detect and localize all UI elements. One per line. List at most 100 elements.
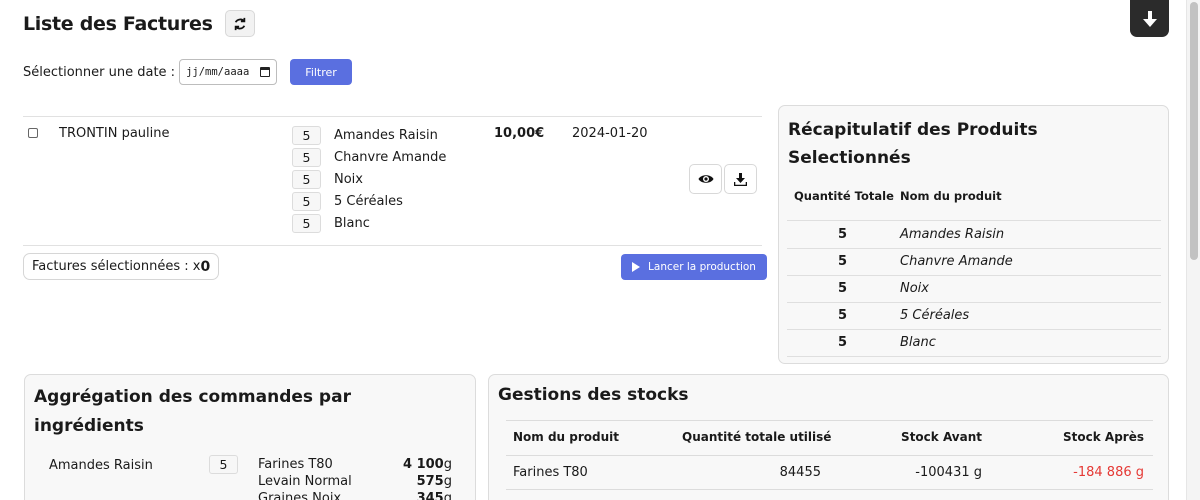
- product-name: Chanvre Amande: [334, 149, 447, 165]
- stock-after: -184 886 g: [1073, 465, 1144, 480]
- summary-qty: 5: [838, 308, 848, 323]
- invoice-product: 5 5 Céréales: [292, 190, 446, 212]
- date-filter: Sélectionner une date : jj/mm/aaaa Filtr…: [23, 59, 353, 85]
- invoice-client: TRONTIN pauline: [59, 126, 170, 141]
- invoice-row: TRONTIN pauline 5 Amandes Raisin 5 Chanv…: [23, 124, 762, 239]
- aggregation-title: Aggrégation des commandes par ingrédient…: [34, 383, 351, 441]
- scrollbar-thumb[interactable]: [1190, 2, 1198, 260]
- stock-col-product: Nom du produit: [513, 430, 620, 444]
- product-qty: 5: [292, 213, 321, 233]
- selected-products-summary: Récapitulatif des Produits Selectionnés …: [778, 105, 1169, 364]
- ingredient-amount-value: 575: [416, 474, 444, 489]
- stock-col-used: Quantité totale utilisé: [682, 430, 832, 444]
- selected-count-badge: Factures sélectionnées : x0: [23, 253, 220, 280]
- ingredients-aggregation: Aggrégation des commandes par ingrédient…: [24, 374, 476, 500]
- summary-row: 5 Amandes Raisin: [787, 221, 1161, 248]
- divider: [23, 116, 762, 117]
- launch-production-button[interactable]: Lancer la production: [621, 254, 767, 280]
- filter-button[interactable]: Filtrer: [290, 59, 353, 85]
- summary-title-line1: Récapitulatif des Produits: [788, 120, 1038, 140]
- invoice-product: 5 Chanvre Amande: [292, 146, 446, 168]
- summary-title-line2: Selectionnés: [788, 148, 911, 168]
- invoice-product: 5 Amandes Raisin: [292, 124, 446, 146]
- ingredient-amount-value: 4 100: [403, 457, 444, 472]
- ingredient-amount: 4 100g: [403, 457, 452, 474]
- product-name: Blanc: [334, 215, 370, 231]
- page-title: Liste des Factures: [23, 12, 213, 35]
- aggregation-product: Amandes Raisin: [49, 458, 153, 473]
- download-invoice-button[interactable]: [724, 164, 757, 194]
- summary-col-qty: Quantité Totale: [794, 189, 894, 203]
- product-name: Noix: [334, 171, 363, 187]
- calendar-icon[interactable]: [260, 67, 271, 77]
- aggregation-qty: 5: [209, 455, 238, 474]
- product-name: 5 Céréales: [334, 193, 403, 209]
- stock-used-quantity: 84455: [779, 465, 821, 480]
- invoice-total: 10,00€: [494, 126, 545, 141]
- divider: [506, 489, 1153, 490]
- summary-row: 5 5 Céréales: [787, 302, 1161, 329]
- stock-col-after: Stock Après: [1063, 430, 1144, 444]
- refresh-button[interactable]: [224, 10, 255, 37]
- ingredient-list: Farines T80 4 100g Levain Normal 575g Gr…: [258, 457, 452, 500]
- summary-qty: 5: [838, 281, 848, 296]
- summary-qty: 5: [838, 335, 848, 350]
- aggregation-title-line2: ingrédients: [34, 416, 144, 436]
- product-qty: 5: [292, 147, 321, 167]
- summary-row: 5 Noix: [787, 275, 1161, 302]
- ingredient-name: Levain Normal: [258, 474, 352, 489]
- page-scrollbar[interactable]: [1186, 0, 1200, 500]
- summary-title: Récapitulatif des Produits Selectionnés: [788, 116, 1038, 172]
- refresh-icon: [234, 17, 245, 30]
- ingredient-amount: 345g: [417, 491, 452, 500]
- launch-production-label: Lancer la production: [648, 261, 756, 273]
- stock-title: Gestions des stocks: [498, 385, 689, 405]
- summary-name: 5 Céréales: [900, 308, 970, 323]
- summary-qty: 5: [838, 254, 848, 269]
- play-icon: [632, 262, 641, 272]
- ingredient-item: Farines T80 4 100g: [258, 457, 452, 474]
- divider: [506, 455, 1153, 456]
- selected-count-value: 0: [200, 258, 211, 275]
- eye-icon: [698, 175, 713, 183]
- invoice-checkbox[interactable]: [28, 128, 38, 138]
- ingredient-name: Graines Noix: [258, 491, 342, 500]
- divider: [23, 245, 762, 246]
- summary-row: 5 Chanvre Amande: [787, 248, 1161, 275]
- divider: [787, 356, 1161, 357]
- stock-management: Gestions des stocks Nom du produit Quant…: [488, 374, 1169, 500]
- stock-col-before: Stock Avant: [901, 430, 982, 444]
- date-input-placeholder: jj/mm/aaaa: [186, 66, 250, 78]
- summary-name: Amandes Raisin: [900, 227, 1005, 242]
- ingredient-name: Farines T80: [258, 457, 333, 472]
- download-icon: [734, 172, 747, 186]
- invoice-products: 5 Amandes Raisin 5 Chanvre Amande 5 Noix…: [292, 124, 446, 234]
- download-all-button[interactable]: [1130, 0, 1169, 37]
- ingredient-unit: g: [443, 457, 452, 472]
- download-icon: [1142, 10, 1157, 27]
- invoice-product: 5 Noix: [292, 168, 446, 190]
- summary-name: Noix: [900, 281, 929, 296]
- ingredient-unit: g: [443, 474, 452, 489]
- summary-name: Blanc: [900, 335, 936, 350]
- summary-col-name: Nom du produit: [900, 189, 1002, 203]
- date-input[interactable]: jj/mm/aaaa: [179, 59, 278, 85]
- ingredient-unit: g: [443, 491, 452, 500]
- invoice-date: 2024-01-20: [572, 126, 648, 141]
- view-invoice-button[interactable]: [689, 164, 722, 194]
- ingredient-amount-value: 345: [416, 491, 444, 500]
- product-name: Amandes Raisin: [334, 127, 438, 143]
- ingredient-amount: 575g: [417, 474, 452, 491]
- divider: [506, 420, 1153, 421]
- product-qty: 5: [292, 191, 321, 211]
- selected-count-label: Factures sélectionnées : x: [32, 259, 201, 274]
- summary-qty: 5: [838, 227, 848, 242]
- stock-product-name: Farines T80: [513, 465, 588, 480]
- product-qty: 5: [292, 169, 321, 189]
- date-filter-label: Sélectionner une date :: [23, 64, 176, 80]
- aggregation-title-line1: Aggrégation des commandes par: [34, 387, 351, 407]
- page-header: Liste des Factures: [23, 10, 255, 37]
- stock-before: -100431 g: [915, 465, 982, 480]
- product-qty: 5: [292, 125, 321, 145]
- summary-row: 5 Blanc: [787, 329, 1161, 356]
